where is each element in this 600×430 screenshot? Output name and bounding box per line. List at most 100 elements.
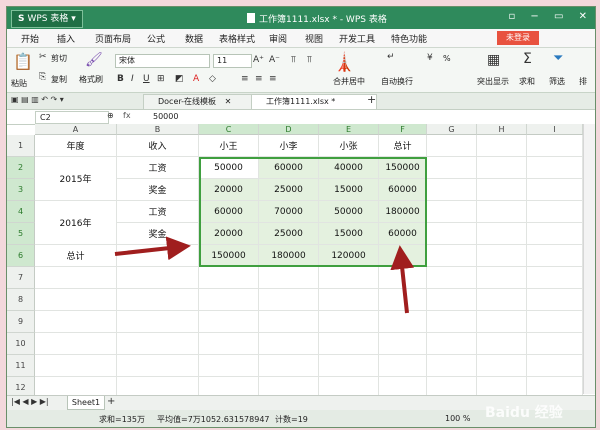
empty-cell[interactable] xyxy=(527,267,583,289)
empty-cell[interactable] xyxy=(477,355,527,377)
empty-cell[interactable] xyxy=(319,311,379,333)
header-cell[interactable]: 小王 xyxy=(199,135,259,157)
empty-cell[interactable] xyxy=(319,267,379,289)
empty-cell[interactable] xyxy=(527,333,583,355)
empty-cell[interactable] xyxy=(117,245,199,267)
value-cell[interactable]: 60000 xyxy=(259,157,319,179)
empty-cell[interactable] xyxy=(527,201,583,223)
value-cell[interactable]: 50000 xyxy=(319,201,379,223)
quick-access-icons[interactable]: ▣ ▤ ▥ ↶ ↷ ▾ xyxy=(11,95,64,104)
highlight-button[interactable]: 突出显示 xyxy=(477,76,509,87)
highlight-icon[interactable]: ▦ xyxy=(487,52,500,68)
empty-cell[interactable] xyxy=(117,267,199,289)
name-box[interactable]: C2 xyxy=(35,111,109,124)
currency-icon[interactable]: ¥ xyxy=(427,53,433,63)
empty-cell[interactable] xyxy=(477,245,527,267)
empty-cell[interactable] xyxy=(427,201,477,223)
value-cell[interactable]: 150000 xyxy=(379,157,427,179)
column-header-E[interactable]: E xyxy=(319,124,379,135)
filter-button[interactable]: 筛选 xyxy=(549,76,565,87)
menu-page-layout[interactable]: 页面布局 xyxy=(95,32,131,45)
empty-cell[interactable] xyxy=(527,179,583,201)
empty-cell[interactable] xyxy=(379,289,427,311)
header-cell[interactable]: 小张 xyxy=(319,135,379,157)
cut-button[interactable]: 剪切 xyxy=(51,53,67,64)
empty-cell[interactable] xyxy=(259,355,319,377)
menu-data[interactable]: 数据 xyxy=(185,32,203,45)
empty-cell[interactable] xyxy=(477,157,527,179)
header-cell[interactable]: 收入 xyxy=(117,135,199,157)
empty-cell[interactable] xyxy=(477,289,527,311)
empty-cell[interactable] xyxy=(259,311,319,333)
vertical-scrollbar[interactable] xyxy=(583,124,595,394)
value-cell[interactable]: 180000 xyxy=(379,201,427,223)
empty-cell[interactable] xyxy=(427,157,477,179)
wrap-text-icon[interactable]: ↵ xyxy=(387,52,395,62)
row-header-8[interactable]: 8 xyxy=(7,289,35,311)
format-painter-icon[interactable]: 🖌 xyxy=(85,52,103,68)
empty-cell[interactable] xyxy=(427,245,477,267)
empty-cell[interactable] xyxy=(527,157,583,179)
empty-cell[interactable] xyxy=(259,289,319,311)
align-right-icon[interactable]: ≡ xyxy=(269,74,277,84)
new-tab-icon[interactable]: + xyxy=(367,93,376,106)
row-header-5[interactable]: 5 xyxy=(7,223,35,245)
row-header-3[interactable]: 3 xyxy=(7,179,35,201)
empty-cell[interactable] xyxy=(527,223,583,245)
align-left-icon[interactable]: ≡ xyxy=(241,74,249,84)
empty-cell[interactable] xyxy=(117,311,199,333)
clear-icon[interactable]: ◇ xyxy=(209,74,216,84)
value-cell[interactable]: 150000 xyxy=(199,245,259,267)
income-type-cell[interactable]: 工资 xyxy=(117,157,199,179)
column-header-G[interactable]: G xyxy=(427,124,477,135)
year-cell[interactable]: 2016年 xyxy=(35,201,117,245)
empty-cell[interactable] xyxy=(379,267,427,289)
income-type-cell[interactable]: 工资 xyxy=(117,201,199,223)
font-color-icon[interactable]: A xyxy=(193,74,199,84)
align-top-icon[interactable]: ⫪ xyxy=(291,55,296,65)
fx-label[interactable]: fx xyxy=(123,111,131,120)
empty-cell[interactable] xyxy=(477,333,527,355)
empty-cell[interactable] xyxy=(427,333,477,355)
row-header-1[interactable]: 1 xyxy=(7,135,35,157)
row-header-10[interactable]: 10 xyxy=(7,333,35,355)
login-button[interactable]: 未登录 xyxy=(497,31,539,45)
empty-cell[interactable] xyxy=(527,245,583,267)
column-header-C[interactable]: C xyxy=(199,124,259,135)
value-cell[interactable]: 60000 xyxy=(199,201,259,223)
menu-review[interactable]: 审阅 xyxy=(269,32,287,45)
value-cell[interactable]: 60000 xyxy=(379,179,427,201)
row-header-7[interactable]: 7 xyxy=(7,267,35,289)
empty-cell[interactable] xyxy=(319,333,379,355)
row-header-9[interactable]: 9 xyxy=(7,311,35,333)
window-controls[interactable]: ▫ − ▭ ✕ xyxy=(508,11,593,22)
zoom-search-icon[interactable]: ⊕ xyxy=(107,111,114,120)
font-size-select[interactable]: 11 xyxy=(213,54,252,68)
row-header-2[interactable]: 2 xyxy=(7,157,35,179)
active-cell[interactable]: 50000 xyxy=(199,157,259,179)
wps-app-menu-button[interactable]: S WPS 表格 ▾ xyxy=(11,10,83,28)
header-cell[interactable]: 小李 xyxy=(259,135,319,157)
paste-button[interactable]: 粘贴 xyxy=(11,78,27,89)
italic-icon[interactable]: I xyxy=(131,74,134,84)
empty-cell[interactable] xyxy=(427,179,477,201)
empty-cell[interactable] xyxy=(199,333,259,355)
value-cell[interactable]: 20000 xyxy=(199,179,259,201)
add-sheet-icon[interactable]: + xyxy=(107,396,115,407)
copy-icon[interactable]: ⎘ xyxy=(39,72,46,82)
sort-button[interactable]: 排 xyxy=(579,76,587,87)
value-cell[interactable]: 15000 xyxy=(319,223,379,245)
bold-icon[interactable]: B xyxy=(117,74,124,84)
empty-cell[interactable] xyxy=(527,289,583,311)
empty-cell[interactable] xyxy=(35,355,117,377)
empty-cell[interactable] xyxy=(427,311,477,333)
column-header-F[interactable]: F xyxy=(379,124,427,135)
border-icon[interactable]: ⊞ xyxy=(157,74,165,84)
font-grow-icon[interactable]: A⁺ xyxy=(253,55,264,65)
column-header-A[interactable]: A xyxy=(35,124,117,135)
font-shrink-icon[interactable]: A⁻ xyxy=(269,55,280,65)
value-cell[interactable]: 120000 xyxy=(319,245,379,267)
column-header-D[interactable]: D xyxy=(259,124,319,135)
tab-workbook[interactable]: 工作簿1111.xlsx * xyxy=(251,94,377,110)
percent-button[interactable]: % xyxy=(443,54,451,63)
